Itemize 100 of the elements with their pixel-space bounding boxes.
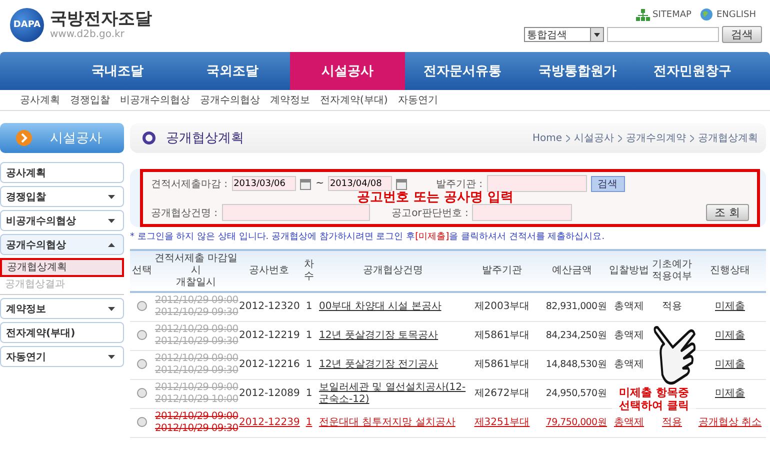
column-header: 진행상태 <box>694 250 766 292</box>
sidebar-item[interactable]: 공개수의협상 <box>0 234 124 255</box>
date-field[interactable]: 2013/04/08 <box>328 176 392 191</box>
calendar-icon[interactable] <box>396 178 408 190</box>
annotation-text: 공고번호 또는 공사명 입력 <box>357 191 514 205</box>
chevron-icon <box>690 134 694 142</box>
notice-text: * 로그인을 하지 않은 상태 입니다. 공개협상에 참가하시려면 로그인 후[미제출]을 클릭하셔서 견적서를 제출하십시요. <box>130 231 606 243</box>
date-cell: 2012/10/29 09:00 2012/10/29 09:30 <box>154 322 238 350</box>
sitemap-icon <box>636 8 650 20</box>
column-header: 공개협상건명 <box>318 250 468 292</box>
table-cell: 1 <box>300 292 318 322</box>
status-link[interactable]: 미제출 <box>715 359 745 371</box>
project-link[interactable]: 12년 풋살경기장 전기공사 <box>319 359 438 371</box>
radio-button[interactable] <box>137 330 147 340</box>
search-button[interactable]: 검색 <box>590 176 625 192</box>
project-link[interactable]: 보일러세관 및 열선설치공사(12-군숙소-12) <box>319 382 467 406</box>
breadcrumb-link[interactable]: 공개협상계획 <box>698 131 758 145</box>
radio-button[interactable] <box>137 388 147 398</box>
sidebar-item[interactable]: 비공개수의협상 <box>0 210 124 231</box>
number-field[interactable] <box>472 204 572 221</box>
dropdown-arrow-icon[interactable] <box>590 28 603 41</box>
logo-mark: DAPA <box>10 8 44 42</box>
column-header: 공사번호 <box>238 250 300 292</box>
subnav-link[interactable]: 비공개수의협상 <box>120 93 190 107</box>
subnav-link[interactable]: 전자계약(부대) <box>320 93 388 107</box>
subnav-link[interactable]: 공개수의협상 <box>200 93 260 107</box>
date-cell: 2012/10/29 09:00 2012/10/29 09:30 <box>154 292 238 322</box>
date-cell: 2012/10/29 09:00 2012/10/29 09:30 <box>154 350 238 380</box>
date-field[interactable]: 2013/03/06 <box>232 176 296 191</box>
table-cell: 총액제 <box>614 330 644 341</box>
search-field[interactable] <box>607 27 719 42</box>
column-header: 발주기관 <box>468 250 536 292</box>
table-cell: 1 <box>300 380 318 408</box>
nav-tab[interactable]: 전자민원창구 <box>635 52 750 90</box>
agency-field[interactable] <box>486 175 587 192</box>
table-cell: 제5861부대 <box>468 350 536 380</box>
table-cell: 79,750,000원 <box>536 408 608 438</box>
subnav-link[interactable]: 계약정보 <box>270 93 310 107</box>
table-cell: 제3251부대 <box>468 408 536 438</box>
date-cell: 2012/10/29 09:00 2012/10/29 10:00 <box>154 380 238 408</box>
field-label: 공개협상건명 : <box>151 206 218 220</box>
subnav-link[interactable]: 경쟁입찰 <box>70 93 110 107</box>
nav-tab[interactable]: 시설공사 <box>290 52 405 90</box>
status-link[interactable]: 미제출 <box>715 330 745 342</box>
sidebar-item[interactable]: 공사계획 <box>0 162 124 183</box>
search-scope-select[interactable]: 통합검색 <box>524 27 604 42</box>
nav-tab[interactable]: 국외조달 <box>175 52 290 90</box>
table-cell: 2012-12089 <box>238 380 300 408</box>
top-link[interactable]: SITEMAP <box>652 10 692 20</box>
table-cell: 적용 <box>662 301 682 312</box>
nav-tab[interactable]: 국내조달 <box>60 52 175 90</box>
breadcrumb-link[interactable]: 시설공사 <box>574 131 614 145</box>
globe-icon <box>700 8 714 21</box>
table-cell: 84,234,250원 <box>536 322 608 350</box>
table-cell: 제2003부대 <box>468 292 536 322</box>
project-link[interactable]: 12년 풋살경기장 토목공사 <box>319 330 438 342</box>
radio-button[interactable] <box>137 417 147 428</box>
calendar-icon[interactable] <box>300 178 312 190</box>
table-cell: 제2672부대 <box>468 380 536 408</box>
search-button[interactable]: 검색 <box>722 26 762 43</box>
nav-tab[interactable]: 국방통합원가 <box>520 52 635 90</box>
subnav-link[interactable]: 자동연기 <box>398 93 438 107</box>
project-link[interactable]: 전운대대 침투저지망 설치공사 <box>319 417 456 429</box>
table-cell: 1 <box>300 350 318 380</box>
table-cell: 적용 <box>662 417 682 428</box>
project-link[interactable]: 00부대 차양대 시설 본공사 <box>319 301 442 313</box>
arrow-circle-icon <box>16 130 32 146</box>
query-button[interactable]: 조 회 <box>706 204 749 221</box>
sidebar-item[interactable]: 계약정보 <box>0 298 124 319</box>
sidebar-title: 시설공사 <box>50 130 102 147</box>
top-link[interactable]: ENGLISH <box>716 10 756 20</box>
sidebar-subitem[interactable]: 공개협상계획 <box>0 258 124 277</box>
field-label: 견적서제출마감 : <box>151 178 228 190</box>
site-name: 국방전자조달 <box>50 9 152 29</box>
page-title: 공개협상계획 <box>166 130 244 147</box>
annotation-text: 미제출 항목중 선택하여 클릭 <box>612 386 696 412</box>
table-cell: 1 <box>300 408 318 438</box>
table-cell: 82,931,000원 <box>536 292 608 322</box>
range-separator: ~ <box>316 178 324 189</box>
radio-button[interactable] <box>137 359 147 370</box>
subnav-link[interactable]: 공사계획 <box>20 93 60 107</box>
breadcrumb-link[interactable]: Home <box>532 132 562 144</box>
column-header: 입찰방법 <box>608 250 650 292</box>
name-field[interactable] <box>222 204 370 221</box>
sidebar-item[interactable]: 자동연기 <box>0 346 124 367</box>
breadcrumb-link[interactable]: 공개수의계약 <box>626 131 686 145</box>
status-link[interactable]: 공개협상 취소 <box>698 417 762 429</box>
status-link[interactable]: 미제출 <box>715 301 745 313</box>
nav-tab[interactable]: 전자문서유통 <box>405 52 520 90</box>
table-cell: 24,950,570원 <box>536 380 608 408</box>
date-cell: 2012/10/29 09:00 2012/10/29 09:30 <box>154 408 238 438</box>
table-cell: 총액제 <box>614 301 644 312</box>
field-label: 공고or판단번호 : <box>392 206 468 220</box>
sidebar-item[interactable]: 전자계약(부대) <box>0 322 124 343</box>
column-header: 견적서제출 마감일시 개찰일시 <box>154 250 238 292</box>
sidebar-item[interactable]: 경쟁입찰 <box>0 186 124 207</box>
status-link[interactable]: 미제출 <box>715 388 745 400</box>
table-cell: 2012-12239 <box>238 408 300 438</box>
radio-button[interactable] <box>137 301 147 312</box>
ring-icon <box>142 131 156 145</box>
